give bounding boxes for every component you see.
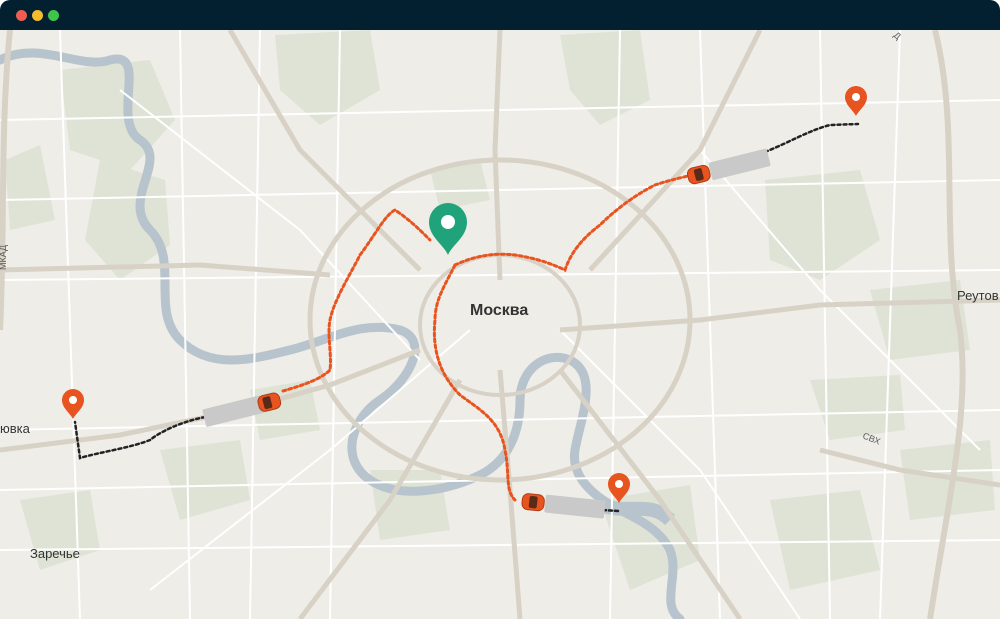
- place-label-east: Реутов: [957, 288, 999, 303]
- place-label-west: ювка: [0, 421, 31, 436]
- app-window: Москва Реутов ювка Заречье СВХ МКАД Д: [0, 0, 1000, 619]
- window-titlebar: [0, 0, 1000, 30]
- close-window-button[interactable]: [16, 10, 27, 21]
- car-icon: [521, 493, 545, 512]
- map-view[interactable]: Москва Реутов ювка Заречье СВХ МКАД Д: [0, 30, 1000, 619]
- place-label-southwest: Заречье: [30, 546, 80, 561]
- minimize-window-button[interactable]: [32, 10, 43, 21]
- maximize-window-button[interactable]: [48, 10, 59, 21]
- road-label-mkad: МКАД: [0, 245, 8, 270]
- city-label: Москва: [470, 302, 528, 319]
